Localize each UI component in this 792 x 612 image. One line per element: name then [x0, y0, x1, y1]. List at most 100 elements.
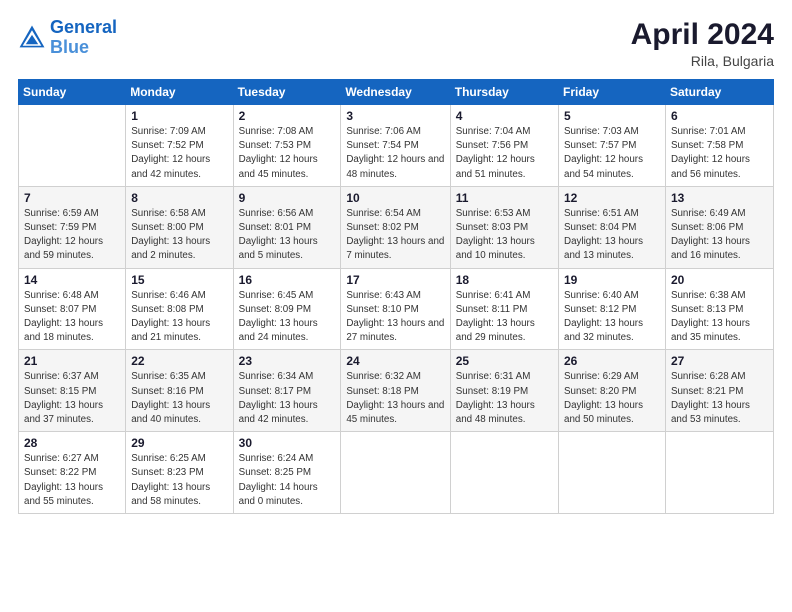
- day-detail: Sunrise: 6:45 AMSunset: 8:09 PMDaylight:…: [239, 289, 336, 346]
- weekday-header-monday: Monday: [126, 80, 233, 105]
- title-block: April 2024 Rila, Bulgaria: [631, 18, 774, 69]
- calendar-week-5: 28Sunrise: 6:27 AMSunset: 8:22 PMDayligh…: [19, 432, 774, 514]
- calendar-cell: 30Sunrise: 6:24 AMSunset: 8:25 PMDayligh…: [233, 432, 341, 514]
- day-number: 16: [239, 273, 336, 287]
- calendar-cell: 1 Sunrise: 7:09 AMSunset: 7:52 PMDaylight…: [126, 105, 233, 187]
- day-number: 8: [131, 191, 227, 205]
- calendar-cell: 24 Sunrise: 6:32 AMSunset: 8:18 PMDayligh…: [341, 350, 450, 432]
- calendar-week-3: 14Sunrise: 6:48 AMSunset: 8:07 PMDayligh…: [19, 268, 774, 350]
- day-detail: Sunrise: 6:28 AMSunset: 8:21 PMDaylight:…: [671, 370, 768, 427]
- day-number: 23: [239, 354, 336, 368]
- weekday-header-sunday: Sunday: [19, 80, 126, 105]
- day-number: 13: [671, 191, 768, 205]
- calendar-week-4: 21 Sunrise: 6:37 AMSunset: 8:15 PMDayligh…: [19, 350, 774, 432]
- calendar-cell: 22Sunrise: 6:35 AMSunset: 8:16 PMDayligh…: [126, 350, 233, 432]
- day-detail: Sunrise: 7:03 AMSunset: 7:57 PMDaylight:…: [564, 125, 660, 182]
- weekday-header-tuesday: Tuesday: [233, 80, 341, 105]
- weekday-header-thursday: Thursday: [450, 80, 558, 105]
- day-detail: Sunrise: 6:38 AMSunset: 8:13 PMDaylight:…: [671, 289, 768, 346]
- day-detail: Sunrise: 6:32 AMSunset: 8:18 PMDaylight:…: [346, 370, 444, 427]
- day-detail: Sunrise: 6:29 AMSunset: 8:20 PMDaylight:…: [564, 370, 660, 427]
- day-number: 9: [239, 191, 336, 205]
- day-number: 6: [671, 109, 768, 123]
- calendar-cell: 27 Sunrise: 6:28 AMSunset: 8:21 PMDayligh…: [665, 350, 773, 432]
- calendar-cell: 21 Sunrise: 6:37 AMSunset: 8:15 PMDayligh…: [19, 350, 126, 432]
- day-number: 4: [456, 109, 553, 123]
- day-number: 18: [456, 273, 553, 287]
- calendar-cell: 14Sunrise: 6:48 AMSunset: 8:07 PMDayligh…: [19, 268, 126, 350]
- day-number: 26: [564, 354, 660, 368]
- calendar-cell: [341, 432, 450, 514]
- header: General Blue April 2024 Rila, Bulgaria: [18, 18, 774, 69]
- calendar-cell: 26 Sunrise: 6:29 AMSunset: 8:20 PMDayligh…: [559, 350, 666, 432]
- day-detail: Sunrise: 6:31 AMSunset: 8:19 PMDaylight:…: [456, 370, 553, 427]
- day-detail: Sunrise: 6:56 AMSunset: 8:01 PMDaylight:…: [239, 207, 336, 264]
- page: General Blue April 2024 Rila, Bulgaria S…: [0, 0, 792, 612]
- calendar-week-1: 1 Sunrise: 7:09 AMSunset: 7:52 PMDaylight…: [19, 105, 774, 187]
- weekday-header-saturday: Saturday: [665, 80, 773, 105]
- day-number: 5: [564, 109, 660, 123]
- location: Rila, Bulgaria: [631, 53, 774, 69]
- day-number: 3: [346, 109, 444, 123]
- calendar-cell: 17 Sunrise: 6:43 AMSunset: 8:10 PMDayligh…: [341, 268, 450, 350]
- logo-icon: [18, 24, 46, 52]
- day-detail: Sunrise: 6:41 AMSunset: 8:11 PMDaylight:…: [456, 289, 553, 346]
- day-detail: Sunrise: 6:48 AMSunset: 8:07 PMDaylight:…: [24, 289, 120, 346]
- calendar-cell: 16 Sunrise: 6:45 AMSunset: 8:09 PMDayligh…: [233, 268, 341, 350]
- weekday-header-friday: Friday: [559, 80, 666, 105]
- calendar-cell: 12Sunrise: 6:51 AMSunset: 8:04 PMDayligh…: [559, 186, 666, 268]
- day-detail: Sunrise: 7:09 AMSunset: 7:52 PMDaylight:…: [131, 125, 227, 182]
- calendar-cell: 3 Sunrise: 7:06 AMSunset: 7:54 PMDaylight…: [341, 105, 450, 187]
- day-number: 21: [24, 354, 120, 368]
- day-detail: Sunrise: 6:43 AMSunset: 8:10 PMDaylight:…: [346, 289, 444, 346]
- calendar-cell: [665, 432, 773, 514]
- day-number: 1: [131, 109, 227, 123]
- calendar-cell: 15Sunrise: 6:46 AMSunset: 8:08 PMDayligh…: [126, 268, 233, 350]
- calendar-cell: 20Sunrise: 6:38 AMSunset: 8:13 PMDayligh…: [665, 268, 773, 350]
- day-detail: Sunrise: 6:37 AMSunset: 8:15 PMDaylight:…: [24, 370, 120, 427]
- calendar-cell: 25 Sunrise: 6:31 AMSunset: 8:19 PMDayligh…: [450, 350, 558, 432]
- calendar-cell: 19 Sunrise: 6:40 AMSunset: 8:12 PMDayligh…: [559, 268, 666, 350]
- day-detail: Sunrise: 6:40 AMSunset: 8:12 PMDaylight:…: [564, 289, 660, 346]
- day-number: 17: [346, 273, 444, 287]
- calendar-cell: 23 Sunrise: 6:34 AMSunset: 8:17 PMDayligh…: [233, 350, 341, 432]
- calendar-week-2: 7Sunrise: 6:59 AMSunset: 7:59 PMDaylight…: [19, 186, 774, 268]
- day-detail: Sunrise: 7:01 AMSunset: 7:58 PMDaylight:…: [671, 125, 768, 182]
- calendar-header: SundayMondayTuesdayWednesdayThursdayFrid…: [19, 80, 774, 105]
- day-detail: Sunrise: 6:35 AMSunset: 8:16 PMDaylight:…: [131, 370, 227, 427]
- month-year: April 2024: [631, 18, 774, 51]
- day-number: 11: [456, 191, 553, 205]
- calendar-table: SundayMondayTuesdayWednesdayThursdayFrid…: [18, 79, 774, 514]
- calendar-cell: 7Sunrise: 6:59 AMSunset: 7:59 PMDaylight…: [19, 186, 126, 268]
- day-number: 10: [346, 191, 444, 205]
- day-detail: Sunrise: 7:06 AMSunset: 7:54 PMDaylight:…: [346, 125, 444, 182]
- day-detail: Sunrise: 6:46 AMSunset: 8:08 PMDaylight:…: [131, 289, 227, 346]
- weekday-row: SundayMondayTuesdayWednesdayThursdayFrid…: [19, 80, 774, 105]
- day-number: 30: [239, 436, 336, 450]
- calendar-cell: 28Sunrise: 6:27 AMSunset: 8:22 PMDayligh…: [19, 432, 126, 514]
- day-detail: Sunrise: 7:04 AMSunset: 7:56 PMDaylight:…: [456, 125, 553, 182]
- day-number: 25: [456, 354, 553, 368]
- logo: General Blue: [18, 18, 117, 58]
- day-number: 12: [564, 191, 660, 205]
- day-number: 27: [671, 354, 768, 368]
- calendar-cell: 13 Sunrise: 6:49 AMSunset: 8:06 PMDayligh…: [665, 186, 773, 268]
- day-detail: Sunrise: 6:49 AMSunset: 8:06 PMDaylight:…: [671, 207, 768, 264]
- day-detail: Sunrise: 6:53 AMSunset: 8:03 PMDaylight:…: [456, 207, 553, 264]
- day-number: 2: [239, 109, 336, 123]
- day-number: 19: [564, 273, 660, 287]
- day-detail: Sunrise: 7:08 AMSunset: 7:53 PMDaylight:…: [239, 125, 336, 182]
- calendar-cell: 2 Sunrise: 7:08 AMSunset: 7:53 PMDaylight…: [233, 105, 341, 187]
- calendar-cell: 10Sunrise: 6:54 AMSunset: 8:02 PMDayligh…: [341, 186, 450, 268]
- calendar-cell: 4 Sunrise: 7:04 AMSunset: 7:56 PMDaylight…: [450, 105, 558, 187]
- day-number: 29: [131, 436, 227, 450]
- day-number: 24: [346, 354, 444, 368]
- day-number: 28: [24, 436, 120, 450]
- calendar-cell: [450, 432, 558, 514]
- day-detail: Sunrise: 6:59 AMSunset: 7:59 PMDaylight:…: [24, 207, 120, 264]
- weekday-header-wednesday: Wednesday: [341, 80, 450, 105]
- calendar-cell: 5 Sunrise: 7:03 AMSunset: 7:57 PMDaylight…: [559, 105, 666, 187]
- calendar-cell: 6 Sunrise: 7:01 AMSunset: 7:58 PMDaylight…: [665, 105, 773, 187]
- day-detail: Sunrise: 6:34 AMSunset: 8:17 PMDaylight:…: [239, 370, 336, 427]
- calendar-cell: 8Sunrise: 6:58 AMSunset: 8:00 PMDaylight…: [126, 186, 233, 268]
